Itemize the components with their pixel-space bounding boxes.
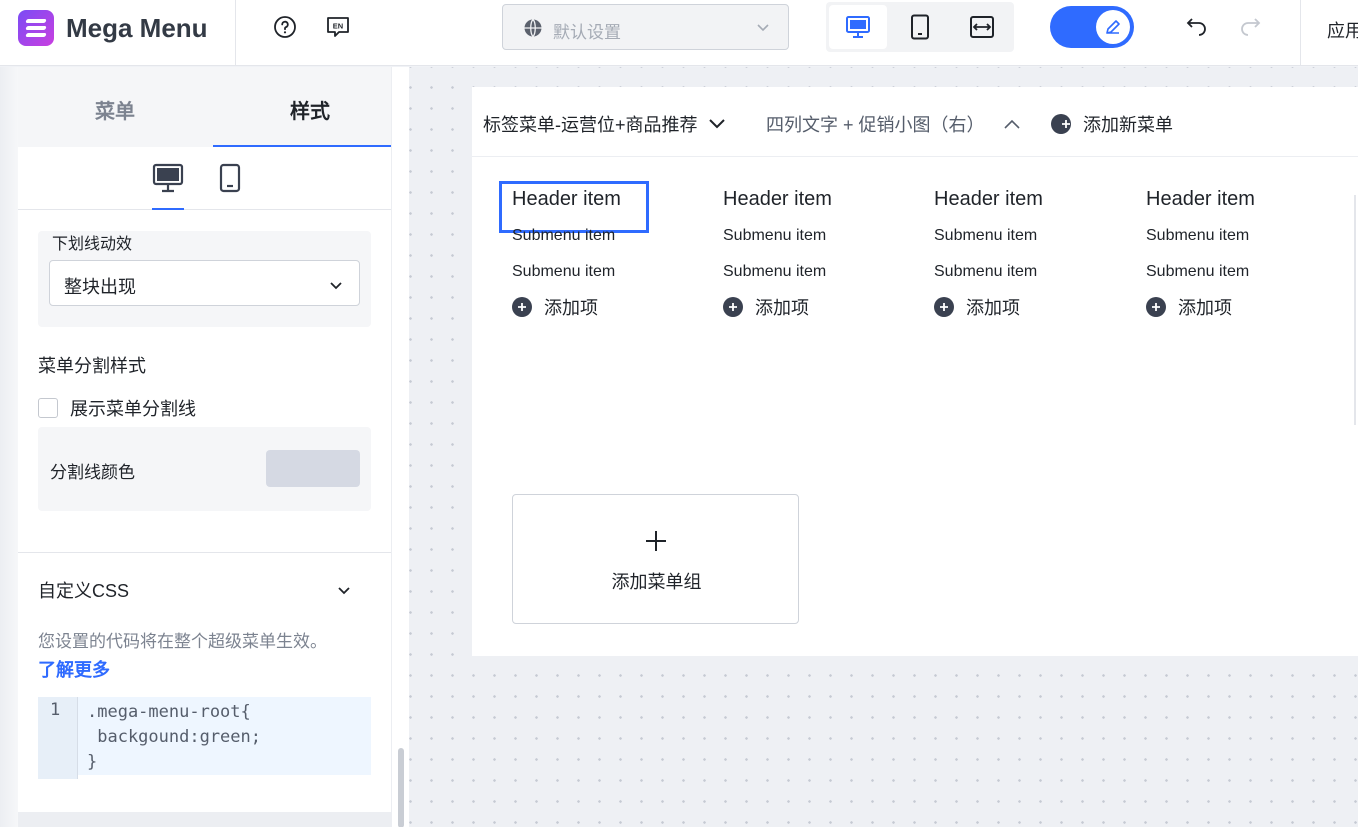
plus-icon	[644, 529, 668, 558]
submenu-item[interactable]: Submenu item	[1146, 218, 1346, 254]
desktop-view-button[interactable]	[829, 5, 887, 49]
line-numbers: 1	[38, 697, 78, 779]
chevron-up-icon	[1003, 119, 1020, 129]
panel-scrollbar[interactable]	[391, 67, 409, 827]
custom-css-header[interactable]: 自定义CSS	[38, 577, 351, 603]
separator-section-title: 菜单分割样式	[38, 356, 146, 376]
column-header-item[interactable]: Header item	[1146, 184, 1346, 214]
chevron-down-icon	[337, 583, 351, 601]
chevron-down-icon	[329, 278, 343, 296]
chevron-down-icon	[708, 119, 725, 129]
show-separator-label: 展示菜单分割线	[70, 399, 196, 419]
show-separator-checkbox[interactable]	[38, 398, 58, 418]
edit-mode-toggle[interactable]	[1050, 6, 1134, 48]
animation-label: 下划线动效	[52, 236, 133, 253]
left-gutter	[0, 67, 18, 827]
separator-color-swatch[interactable]	[266, 450, 360, 487]
plus-circle-icon	[1051, 114, 1071, 134]
custom-css-description: 您设置的代码将在整个超级菜单生效。	[38, 632, 327, 651]
add-menu-group-button[interactable]: 添加菜单组	[512, 494, 799, 624]
column-header-item[interactable]: Header item	[723, 184, 923, 214]
panel-device-tabs	[18, 147, 391, 210]
show-separator-row[interactable]: 展示菜单分割线	[38, 395, 196, 421]
menu-column-2: Header item Submenu item Submenu item 添加…	[723, 184, 923, 320]
column-header-item[interactable]: Header item	[512, 184, 712, 214]
divider	[235, 0, 236, 66]
submenu-item[interactable]: Submenu item	[512, 218, 712, 254]
add-item-button[interactable]: 添加项	[512, 294, 712, 320]
menu-column-3: Header item Submenu item Submenu item 添加…	[934, 184, 1134, 320]
submenu-item[interactable]: Submenu item	[934, 254, 1134, 290]
tablet-view-button[interactable]	[891, 5, 949, 49]
menu-tab-2[interactable]: 四列文字 + 促销小图（右）	[766, 111, 1021, 137]
menu-tab-1[interactable]: 标签菜单-运营位+商品推荐	[483, 111, 726, 137]
learn-more-link[interactable]: 了解更多	[38, 656, 110, 682]
redo-icon[interactable]	[1237, 14, 1263, 40]
app-logo	[18, 10, 54, 46]
menu-column-4: Header item Submenu item Submenu item 添加…	[1146, 184, 1346, 320]
globe-icon	[523, 18, 543, 43]
divider	[18, 552, 391, 553]
top-toolbar: Mega Menu EN 默认设置 应用	[0, 0, 1358, 66]
desktop-icon	[846, 16, 870, 38]
column-header-item[interactable]: Header item	[934, 184, 1134, 214]
tab-menu[interactable]: 菜单	[95, 95, 135, 124]
menu-column-1: Header item Submenu item Submenu item 添加…	[512, 184, 712, 320]
submenu-item[interactable]: Submenu item	[723, 254, 923, 290]
divider	[1300, 0, 1301, 66]
fit-width-icon	[970, 16, 994, 38]
panel-footer	[18, 812, 391, 827]
separator-color-label: 分割线颜色	[50, 463, 135, 482]
language-icon[interactable]: EN	[324, 13, 352, 41]
plus-circle-icon	[723, 297, 743, 317]
tablet-icon	[911, 14, 929, 40]
add-new-menu-button[interactable]: 添加新菜单	[1051, 111, 1173, 137]
responsive-view-button[interactable]	[953, 5, 1011, 49]
add-menu-group-label: 添加菜单组	[611, 572, 702, 592]
custom-css-title: 自定义CSS	[38, 581, 130, 601]
plus-circle-icon	[1146, 297, 1166, 317]
animation-select-value: 整块出现	[64, 277, 136, 297]
panel-tabs: 菜单 样式	[18, 67, 391, 147]
pencil-icon	[1096, 10, 1130, 44]
help-icon[interactable]	[272, 14, 298, 40]
add-item-button[interactable]: 添加项	[1146, 294, 1346, 320]
settings-panel: 菜单 样式 下划线动效 整块出现 菜单分割样式 展示菜单分割线 分割线颜色 自定…	[18, 67, 391, 827]
device-switcher	[826, 2, 1014, 52]
submenu-item[interactable]: Submenu item	[934, 218, 1134, 254]
css-code-editor[interactable]: 1 .mega-menu-root{ backgound:green;}	[38, 697, 371, 779]
device-tab-indicator	[152, 208, 184, 210]
add-item-button[interactable]: 添加项	[723, 294, 923, 320]
desktop-tab-icon[interactable]	[152, 163, 184, 198]
tab-style[interactable]: 样式	[290, 95, 330, 124]
scrollbar-thumb[interactable]	[398, 748, 404, 827]
preview-edge	[1354, 195, 1356, 425]
undo-icon[interactable]	[1184, 14, 1210, 40]
language-select[interactable]: 默认设置	[502, 4, 789, 50]
submenu-item[interactable]: Submenu item	[512, 254, 712, 290]
menu-tabs: 标签菜单-运营位+商品推荐 四列文字 + 促销小图（右） 添加新菜单	[472, 87, 1358, 157]
svg-text:EN: EN	[333, 22, 343, 31]
language-select-value: 默认设置	[553, 23, 621, 42]
apply-button[interactable]: 应用	[1327, 17, 1358, 43]
mobile-tab-icon[interactable]	[218, 163, 242, 198]
plus-circle-icon	[934, 297, 954, 317]
submenu-item[interactable]: Submenu item	[1146, 254, 1346, 290]
menu-preview: 标签菜单-运营位+商品推荐 四列文字 + 促销小图（右） 添加新菜单 Heade…	[472, 87, 1358, 656]
app-title: Mega Menu	[66, 13, 208, 43]
chevron-down-icon	[756, 20, 770, 39]
animation-setting-card: 下划线动效 整块出现	[38, 231, 371, 327]
submenu-item[interactable]: Submenu item	[723, 218, 923, 254]
plus-circle-icon	[512, 297, 532, 317]
code-content[interactable]: .mega-menu-root{ backgound:green;}	[87, 700, 261, 775]
add-item-button[interactable]: 添加项	[934, 294, 1134, 320]
animation-select[interactable]: 整块出现	[49, 260, 360, 306]
separator-color-card: 分割线颜色	[38, 427, 371, 511]
